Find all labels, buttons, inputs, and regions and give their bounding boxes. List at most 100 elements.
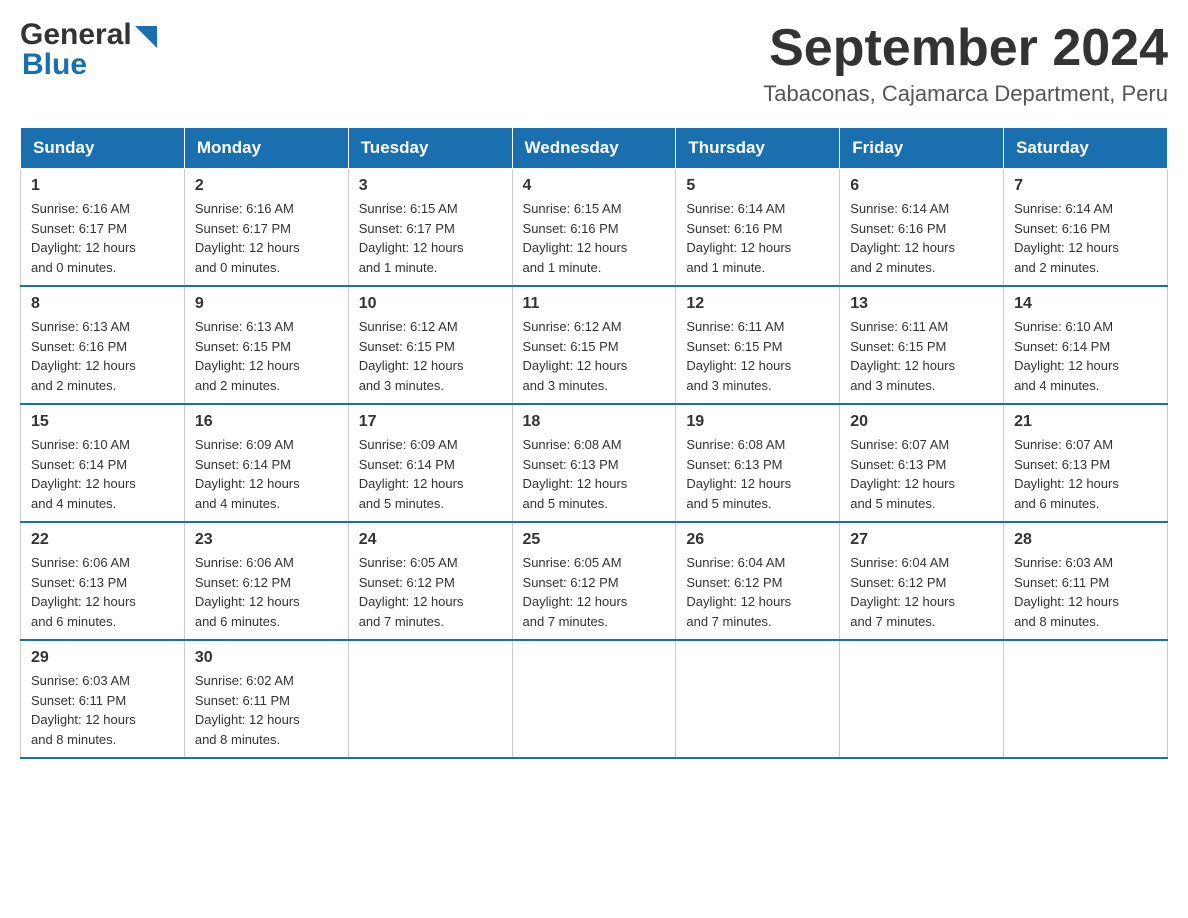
sunrise-label: Sunrise: 6:05 AM: [523, 555, 622, 570]
day-info: Sunrise: 6:06 AM Sunset: 6:13 PM Dayligh…: [31, 553, 174, 631]
month-title: September 2024: [763, 20, 1168, 77]
day-number: 16: [195, 413, 338, 431]
sunrise-label: Sunrise: 6:12 AM: [359, 319, 458, 334]
day-info: Sunrise: 6:13 AM Sunset: 6:15 PM Dayligh…: [195, 317, 338, 395]
day-info: Sunrise: 6:14 AM Sunset: 6:16 PM Dayligh…: [850, 199, 993, 277]
day-number: 21: [1014, 413, 1157, 431]
daylight-label: Daylight: 12 hours: [31, 240, 136, 255]
calendar-cell: 7 Sunrise: 6:14 AM Sunset: 6:16 PM Dayli…: [1004, 169, 1168, 287]
calendar-body: 1 Sunrise: 6:16 AM Sunset: 6:17 PM Dayli…: [21, 169, 1168, 759]
day-info: Sunrise: 6:16 AM Sunset: 6:17 PM Dayligh…: [195, 199, 338, 277]
daylight-label: Daylight: 12 hours: [1014, 476, 1119, 491]
col-thursday: Thursday: [676, 128, 840, 169]
sunrise-label: Sunrise: 6:13 AM: [195, 319, 294, 334]
day-info: Sunrise: 6:05 AM Sunset: 6:12 PM Dayligh…: [359, 553, 502, 631]
day-number: 24: [359, 531, 502, 549]
day-number: 30: [195, 649, 338, 667]
sunset-label: Sunset: 6:15 PM: [195, 339, 291, 354]
sunrise-label: Sunrise: 6:16 AM: [31, 201, 130, 216]
calendar-cell: 1 Sunrise: 6:16 AM Sunset: 6:17 PM Dayli…: [21, 169, 185, 287]
calendar-cell: 11 Sunrise: 6:12 AM Sunset: 6:15 PM Dayl…: [512, 286, 676, 404]
daylight-minutes: and 3 minutes.: [523, 378, 608, 393]
daylight-label: Daylight: 12 hours: [1014, 240, 1119, 255]
daylight-label: Daylight: 12 hours: [359, 358, 464, 373]
location-subtitle: Tabaconas, Cajamarca Department, Peru: [763, 81, 1168, 107]
daylight-label: Daylight: 12 hours: [31, 594, 136, 609]
sunset-label: Sunset: 6:13 PM: [850, 457, 946, 472]
daylight-minutes: and 8 minutes.: [195, 732, 280, 747]
calendar-cell: 26 Sunrise: 6:04 AM Sunset: 6:12 PM Dayl…: [676, 522, 840, 640]
day-info: Sunrise: 6:03 AM Sunset: 6:11 PM Dayligh…: [1014, 553, 1157, 631]
daylight-minutes: and 2 minutes.: [31, 378, 116, 393]
sunset-label: Sunset: 6:17 PM: [195, 221, 291, 236]
day-number: 20: [850, 413, 993, 431]
daylight-label: Daylight: 12 hours: [195, 594, 300, 609]
calendar-cell: 4 Sunrise: 6:15 AM Sunset: 6:16 PM Dayli…: [512, 169, 676, 287]
day-number: 14: [1014, 295, 1157, 313]
sunrise-label: Sunrise: 6:15 AM: [359, 201, 458, 216]
day-info: Sunrise: 6:10 AM Sunset: 6:14 PM Dayligh…: [1014, 317, 1157, 395]
sunrise-label: Sunrise: 6:11 AM: [850, 319, 948, 334]
daylight-minutes: and 2 minutes.: [850, 260, 935, 275]
col-monday: Monday: [184, 128, 348, 169]
daylight-minutes: and 1 minute.: [359, 260, 438, 275]
calendar-cell: 20 Sunrise: 6:07 AM Sunset: 6:13 PM Dayl…: [840, 404, 1004, 522]
calendar-cell: 23 Sunrise: 6:06 AM Sunset: 6:12 PM Dayl…: [184, 522, 348, 640]
calendar-table: Sunday Monday Tuesday Wednesday Thursday…: [20, 127, 1168, 759]
day-info: Sunrise: 6:11 AM Sunset: 6:15 PM Dayligh…: [850, 317, 993, 395]
sunset-label: Sunset: 6:14 PM: [31, 457, 127, 472]
daylight-minutes: and 5 minutes.: [850, 496, 935, 511]
sunset-label: Sunset: 6:16 PM: [523, 221, 619, 236]
sunrise-label: Sunrise: 6:08 AM: [686, 437, 785, 452]
sunset-label: Sunset: 6:11 PM: [195, 693, 290, 708]
daylight-label: Daylight: 12 hours: [523, 476, 628, 491]
calendar-week-row: 8 Sunrise: 6:13 AM Sunset: 6:16 PM Dayli…: [21, 286, 1168, 404]
day-number: 13: [850, 295, 993, 313]
daylight-label: Daylight: 12 hours: [359, 240, 464, 255]
calendar-cell: 22 Sunrise: 6:06 AM Sunset: 6:13 PM Dayl…: [21, 522, 185, 640]
day-number: 10: [359, 295, 502, 313]
sunrise-label: Sunrise: 6:03 AM: [1014, 555, 1113, 570]
calendar-cell: [512, 640, 676, 758]
sunrise-label: Sunrise: 6:05 AM: [359, 555, 458, 570]
day-number: 23: [195, 531, 338, 549]
daylight-label: Daylight: 12 hours: [195, 712, 300, 727]
day-info: Sunrise: 6:11 AM Sunset: 6:15 PM Dayligh…: [686, 317, 829, 395]
sunrise-label: Sunrise: 6:04 AM: [850, 555, 949, 570]
calendar-week-row: 22 Sunrise: 6:06 AM Sunset: 6:13 PM Dayl…: [21, 522, 1168, 640]
daylight-label: Daylight: 12 hours: [359, 594, 464, 609]
calendar-cell: 15 Sunrise: 6:10 AM Sunset: 6:14 PM Dayl…: [21, 404, 185, 522]
daylight-label: Daylight: 12 hours: [359, 476, 464, 491]
calendar-cell: 5 Sunrise: 6:14 AM Sunset: 6:16 PM Dayli…: [676, 169, 840, 287]
sunset-label: Sunset: 6:16 PM: [31, 339, 127, 354]
sunset-label: Sunset: 6:15 PM: [686, 339, 782, 354]
sunrise-label: Sunrise: 6:09 AM: [359, 437, 458, 452]
day-info: Sunrise: 6:10 AM Sunset: 6:14 PM Dayligh…: [31, 435, 174, 513]
day-number: 1: [31, 177, 174, 195]
daylight-label: Daylight: 12 hours: [1014, 358, 1119, 373]
day-number: 9: [195, 295, 338, 313]
daylight-label: Daylight: 12 hours: [523, 358, 628, 373]
daylight-minutes: and 3 minutes.: [686, 378, 771, 393]
daylight-minutes: and 6 minutes.: [31, 614, 116, 629]
sunset-label: Sunset: 6:12 PM: [195, 575, 291, 590]
day-number: 18: [523, 413, 666, 431]
day-info: Sunrise: 6:09 AM Sunset: 6:14 PM Dayligh…: [359, 435, 502, 513]
day-info: Sunrise: 6:04 AM Sunset: 6:12 PM Dayligh…: [850, 553, 993, 631]
calendar-cell: 21 Sunrise: 6:07 AM Sunset: 6:13 PM Dayl…: [1004, 404, 1168, 522]
sunrise-label: Sunrise: 6:14 AM: [850, 201, 949, 216]
day-number: 2: [195, 177, 338, 195]
sunset-label: Sunset: 6:15 PM: [850, 339, 946, 354]
daylight-minutes: and 5 minutes.: [359, 496, 444, 511]
col-sunday: Sunday: [21, 128, 185, 169]
calendar-cell: 24 Sunrise: 6:05 AM Sunset: 6:12 PM Dayl…: [348, 522, 512, 640]
sunrise-label: Sunrise: 6:10 AM: [1014, 319, 1113, 334]
day-number: 11: [523, 295, 666, 313]
calendar-cell: 10 Sunrise: 6:12 AM Sunset: 6:15 PM Dayl…: [348, 286, 512, 404]
sunset-label: Sunset: 6:14 PM: [1014, 339, 1110, 354]
day-info: Sunrise: 6:12 AM Sunset: 6:15 PM Dayligh…: [523, 317, 666, 395]
day-info: Sunrise: 6:05 AM Sunset: 6:12 PM Dayligh…: [523, 553, 666, 631]
day-number: 7: [1014, 177, 1157, 195]
sunset-label: Sunset: 6:11 PM: [1014, 575, 1109, 590]
sunrise-label: Sunrise: 6:03 AM: [31, 673, 130, 688]
